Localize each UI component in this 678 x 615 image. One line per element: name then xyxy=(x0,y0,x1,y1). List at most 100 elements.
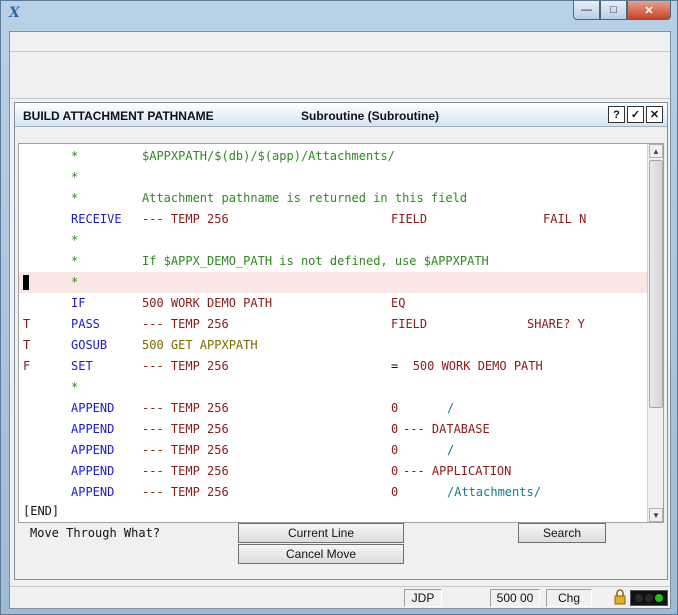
code-line[interactable]: IF 500 WORK DEMO PATH EQ xyxy=(19,293,649,314)
minimize-button[interactable]: — xyxy=(573,1,600,20)
code-line[interactable]: * xyxy=(19,377,649,398)
line-verb: APPEND xyxy=(71,401,115,415)
line-flag: F xyxy=(23,359,31,373)
lock-icon xyxy=(613,589,629,607)
status-light-2 xyxy=(645,594,653,602)
equals-sign: = xyxy=(391,359,413,373)
line-operand-b: FIELD xyxy=(391,212,428,226)
line-operand-c: / xyxy=(447,401,455,415)
line-verb: * xyxy=(71,233,79,247)
status-light-1 xyxy=(635,594,643,602)
code-line[interactable]: APPEND --- TEMP 256 0/Attachments/ xyxy=(19,482,649,503)
code-line[interactable]: APPEND --- TEMP 256 0 / xyxy=(19,440,649,461)
ok-check-button[interactable]: ✓ xyxy=(627,106,644,123)
line-verb: APPEND xyxy=(71,485,115,499)
line-verb: * xyxy=(71,380,79,394)
menu-bar xyxy=(10,32,670,52)
line-verb: * xyxy=(71,191,79,205)
line-operand-a: 500 WORK DEMO PATH xyxy=(142,296,273,310)
code-line[interactable]: * xyxy=(19,230,649,251)
line-operand-b: 0 xyxy=(391,443,399,457)
line-operand-a: --- TEMP 256 xyxy=(142,359,229,373)
line-operand-b: 0 xyxy=(391,485,399,499)
end-marker-line: [END] xyxy=(19,501,649,522)
line-flag: T xyxy=(23,338,31,352)
line-operand-c: / xyxy=(447,443,455,457)
move-prompt: Move Through What? xyxy=(30,526,161,540)
code-line[interactable]: F SET --- TEMP 256 = 500 WORK DEMO PATH xyxy=(19,356,649,377)
code-line[interactable]: APPEND --- TEMP 256 0 --- APPLICATION xyxy=(19,461,649,482)
line-verb: GOSUB xyxy=(71,338,108,352)
end-marker: [END] xyxy=(23,504,60,518)
line-verb: PASS xyxy=(71,317,100,331)
line-verb: * xyxy=(71,254,79,268)
line-operand-a: --- TEMP 256 xyxy=(142,485,229,499)
line-flag: T xyxy=(23,317,31,331)
line-verb: * xyxy=(71,170,79,184)
status-light-3 xyxy=(655,594,663,602)
window-controls: — □ ✕ xyxy=(573,1,671,21)
code-line[interactable]: * xyxy=(19,272,649,293)
line-operand-a: --- TEMP 256 xyxy=(142,212,229,226)
maximize-button[interactable]: □ xyxy=(600,1,627,20)
status-user: JDP xyxy=(404,589,442,607)
code-line[interactable]: RECEIVE --- TEMP 256 FIELD FAIL N xyxy=(19,209,649,230)
scroll-up-arrow-icon[interactable]: ▲ xyxy=(649,144,663,158)
line-operand-c: --- DATABASE xyxy=(403,422,490,436)
app-window: X — □ ✕ BUILD ATTACHMENT PATHNAME Subrou… xyxy=(0,0,678,615)
line-verb: SET xyxy=(71,359,93,373)
code-line[interactable]: T GOSUB 500 GET APPXPATH xyxy=(19,335,649,356)
line-operand-b: EQ xyxy=(391,296,406,310)
code-line[interactable]: * Attachment pathname is returned in this… xyxy=(19,188,649,209)
code-line[interactable]: * $APPXPATH/$(db)/$(app)/Attachments/ xyxy=(19,146,649,167)
current-line-button[interactable]: Current Line xyxy=(238,523,404,543)
line-verb: IF xyxy=(71,296,86,310)
line-operand-b: FIELD xyxy=(391,317,428,331)
scroll-down-arrow-icon[interactable]: ▼ xyxy=(649,508,663,522)
window-titlebar[interactable]: X — □ ✕ xyxy=(1,1,677,25)
line-operand-a: --- TEMP 256 xyxy=(142,464,229,478)
line-operand-a: $APPXPATH/$(db)/$(app)/Attachments/ xyxy=(142,149,395,163)
code-line[interactable]: * xyxy=(19,167,649,188)
client-area: BUILD ATTACHMENT PATHNAME Subroutine (Su… xyxy=(9,31,671,609)
toolbar xyxy=(10,53,670,99)
code-line[interactable]: APPEND --- TEMP 256 0 --- DATABASE xyxy=(19,419,649,440)
line-operand-c: --- APPLICATION xyxy=(403,464,512,478)
dialog-title: BUILD ATTACHMENT PATHNAME xyxy=(23,109,214,123)
line-operand-a: --- TEMP 256 xyxy=(142,422,229,436)
dialog-close-button[interactable]: ✕ xyxy=(646,106,663,123)
scrollbar-thumb[interactable] xyxy=(649,160,663,408)
move-panel: Move Through What? Current Line Cancel M… xyxy=(18,523,664,579)
line-operand-c: SHARE? Y xyxy=(527,317,585,331)
line-verb: * xyxy=(71,275,79,289)
line-operand-b: 0 xyxy=(391,401,399,415)
cancel-move-button[interactable]: Cancel Move xyxy=(238,544,404,564)
line-operand-a: --- TEMP 256 xyxy=(142,317,229,331)
vertical-scrollbar[interactable]: ▲ ▼ xyxy=(647,144,663,522)
app-x-icon: X xyxy=(9,5,20,21)
line-verb: RECEIVE xyxy=(71,212,122,226)
line-operand-b: 0 xyxy=(391,422,399,436)
status-lights xyxy=(630,590,668,606)
line-verb: APPEND xyxy=(71,464,115,478)
close-window-button[interactable]: ✕ xyxy=(627,1,671,20)
search-button[interactable]: Search xyxy=(518,523,606,543)
code-editor[interactable]: * $APPXPATH/$(db)/$(app)/Attachments/ * * At… xyxy=(18,143,664,523)
dialog-type: Subroutine (Subroutine) xyxy=(301,109,439,123)
set-source: 500 WORK DEMO PATH xyxy=(412,359,543,373)
line-verb: APPEND xyxy=(71,422,115,436)
line-operand-a: --- TEMP 256 xyxy=(142,401,229,415)
dialog-titlebar: BUILD ATTACHMENT PATHNAME Subroutine (Su… xyxy=(15,103,667,127)
code-line[interactable]: T PASS --- TEMP 256 FIELD SHARE? Y xyxy=(19,314,649,335)
line-verb: APPEND xyxy=(71,443,115,457)
status-mode: Chg xyxy=(546,589,592,607)
line-operand-a: Attachment pathname is returned in this … xyxy=(142,191,468,205)
line-operand-a: 500 GET APPXPATH xyxy=(142,338,258,352)
help-button[interactable]: ? xyxy=(608,106,625,123)
line-operand-c: /Attachments/ xyxy=(447,485,541,499)
line-operand-c: FAIL N xyxy=(543,212,587,226)
code-line[interactable]: APPEND --- TEMP 256 0 / xyxy=(19,398,649,419)
line-operand-b: = 500 WORK DEMO PATH xyxy=(391,356,543,377)
line-operand-b: 0 xyxy=(391,464,399,478)
code-line[interactable]: * If $APPX_DEMO_PATH is not defined, use … xyxy=(19,251,649,272)
